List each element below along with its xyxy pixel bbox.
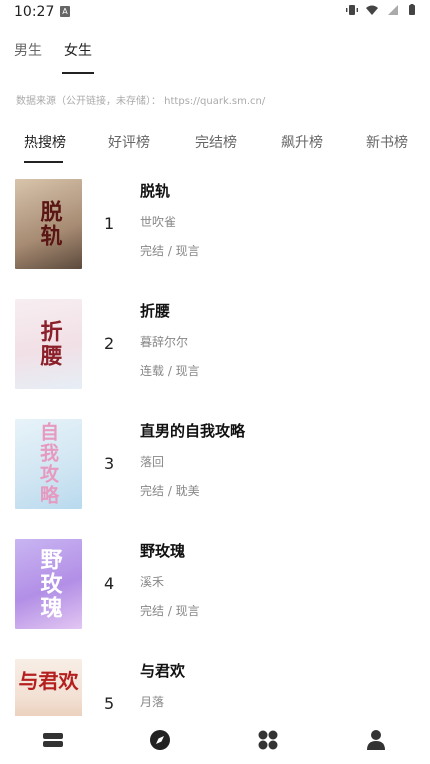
book-title[interactable]: 折腰 <box>140 300 170 321</box>
tab-hot-search[interactable]: 热搜榜 <box>24 132 66 152</box>
book-cover[interactable]: 自我攻略 <box>15 419 82 509</box>
book-meta: 连载 / 现言 <box>140 364 200 378</box>
notification-a-icon: A <box>60 6 70 17</box>
tab-top-rated[interactable]: 好评榜 <box>108 132 150 152</box>
bottom-nav <box>0 716 430 764</box>
cover-title-art: 野玫瑰 <box>36 548 62 620</box>
rank-number: 2 <box>104 334 115 353</box>
rank-number: 5 <box>104 694 115 713</box>
book-meta: 完结 / 现言 <box>140 604 200 618</box>
profile-icon[interactable] <box>364 728 388 752</box>
cover-title-art: 折腰 <box>36 320 62 368</box>
active-tab-indicator <box>24 161 63 163</box>
tab-completed[interactable]: 完结榜 <box>195 132 237 152</box>
rank-number: 4 <box>104 574 115 593</box>
book-item[interactable]: 野玫瑰 4 野玫瑰 溪禾 完结 / 现言 <box>0 530 430 630</box>
book-author: 世吹雀 <box>140 215 177 229</box>
book-title[interactable]: 野玫瑰 <box>140 540 185 561</box>
cover-title-art: 自我攻略 <box>37 422 59 506</box>
book-author: 暮辞尔尔 <box>140 335 189 349</box>
tab-new-books[interactable]: 新书榜 <box>366 132 408 152</box>
book-title[interactable]: 脱轨 <box>140 180 170 201</box>
vibrate-icon <box>346 5 358 15</box>
tab-rising[interactable]: 飙升榜 <box>281 132 323 152</box>
book-author: 溪禾 <box>140 575 165 589</box>
signal-icon <box>388 5 398 15</box>
book-title[interactable]: 直男的自我攻略 <box>140 420 245 441</box>
cover-title-art: 脱轨 <box>36 200 62 248</box>
book-cover[interactable]: 脱轨 <box>15 179 82 269</box>
source-note: 数据来源（公开链接，未存储）： https://quark.sm.cn/ <box>16 96 266 107</box>
book-author: 月落 <box>140 695 165 709</box>
category-grid-icon[interactable] <box>256 728 280 752</box>
book-item[interactable]: 自我攻略 3 直男的自我攻略 落回 完结 / 耽美 <box>0 410 430 510</box>
status-time: 10:27 <box>14 4 55 20</box>
bookshelf-icon[interactable] <box>41 728 65 752</box>
book-title[interactable]: 与君欢 <box>140 660 185 681</box>
rank-number: 1 <box>104 214 115 233</box>
book-author: 落回 <box>140 455 165 469</box>
gender-tabs: 男生 女生 <box>14 40 94 74</box>
book-item[interactable]: 折腰 2 折腰 暮辞尔尔 连载 / 现言 <box>0 290 430 390</box>
battery-icon <box>409 4 415 15</box>
book-meta: 完结 / 现言 <box>140 244 200 258</box>
status-bar: 10:27 A <box>0 0 430 26</box>
rank-tabs: 热搜榜 好评榜 完结榜 飙升榜 新书榜 <box>0 130 430 164</box>
book-meta: 完结 / 耽美 <box>140 484 200 498</box>
book-cover[interactable]: 野玫瑰 <box>15 539 82 629</box>
tab-male[interactable]: 男生 <box>14 40 42 70</box>
rank-number: 3 <box>104 454 115 473</box>
status-icons <box>346 4 418 16</box>
book-cover[interactable]: 折腰 <box>15 299 82 389</box>
compass-icon[interactable] <box>148 728 172 752</box>
book-item[interactable]: 脱轨 1 脱轨 世吹雀 完结 / 现言 <box>0 170 430 270</box>
wifi-icon <box>366 5 378 15</box>
tab-female[interactable]: 女生 <box>62 40 94 74</box>
